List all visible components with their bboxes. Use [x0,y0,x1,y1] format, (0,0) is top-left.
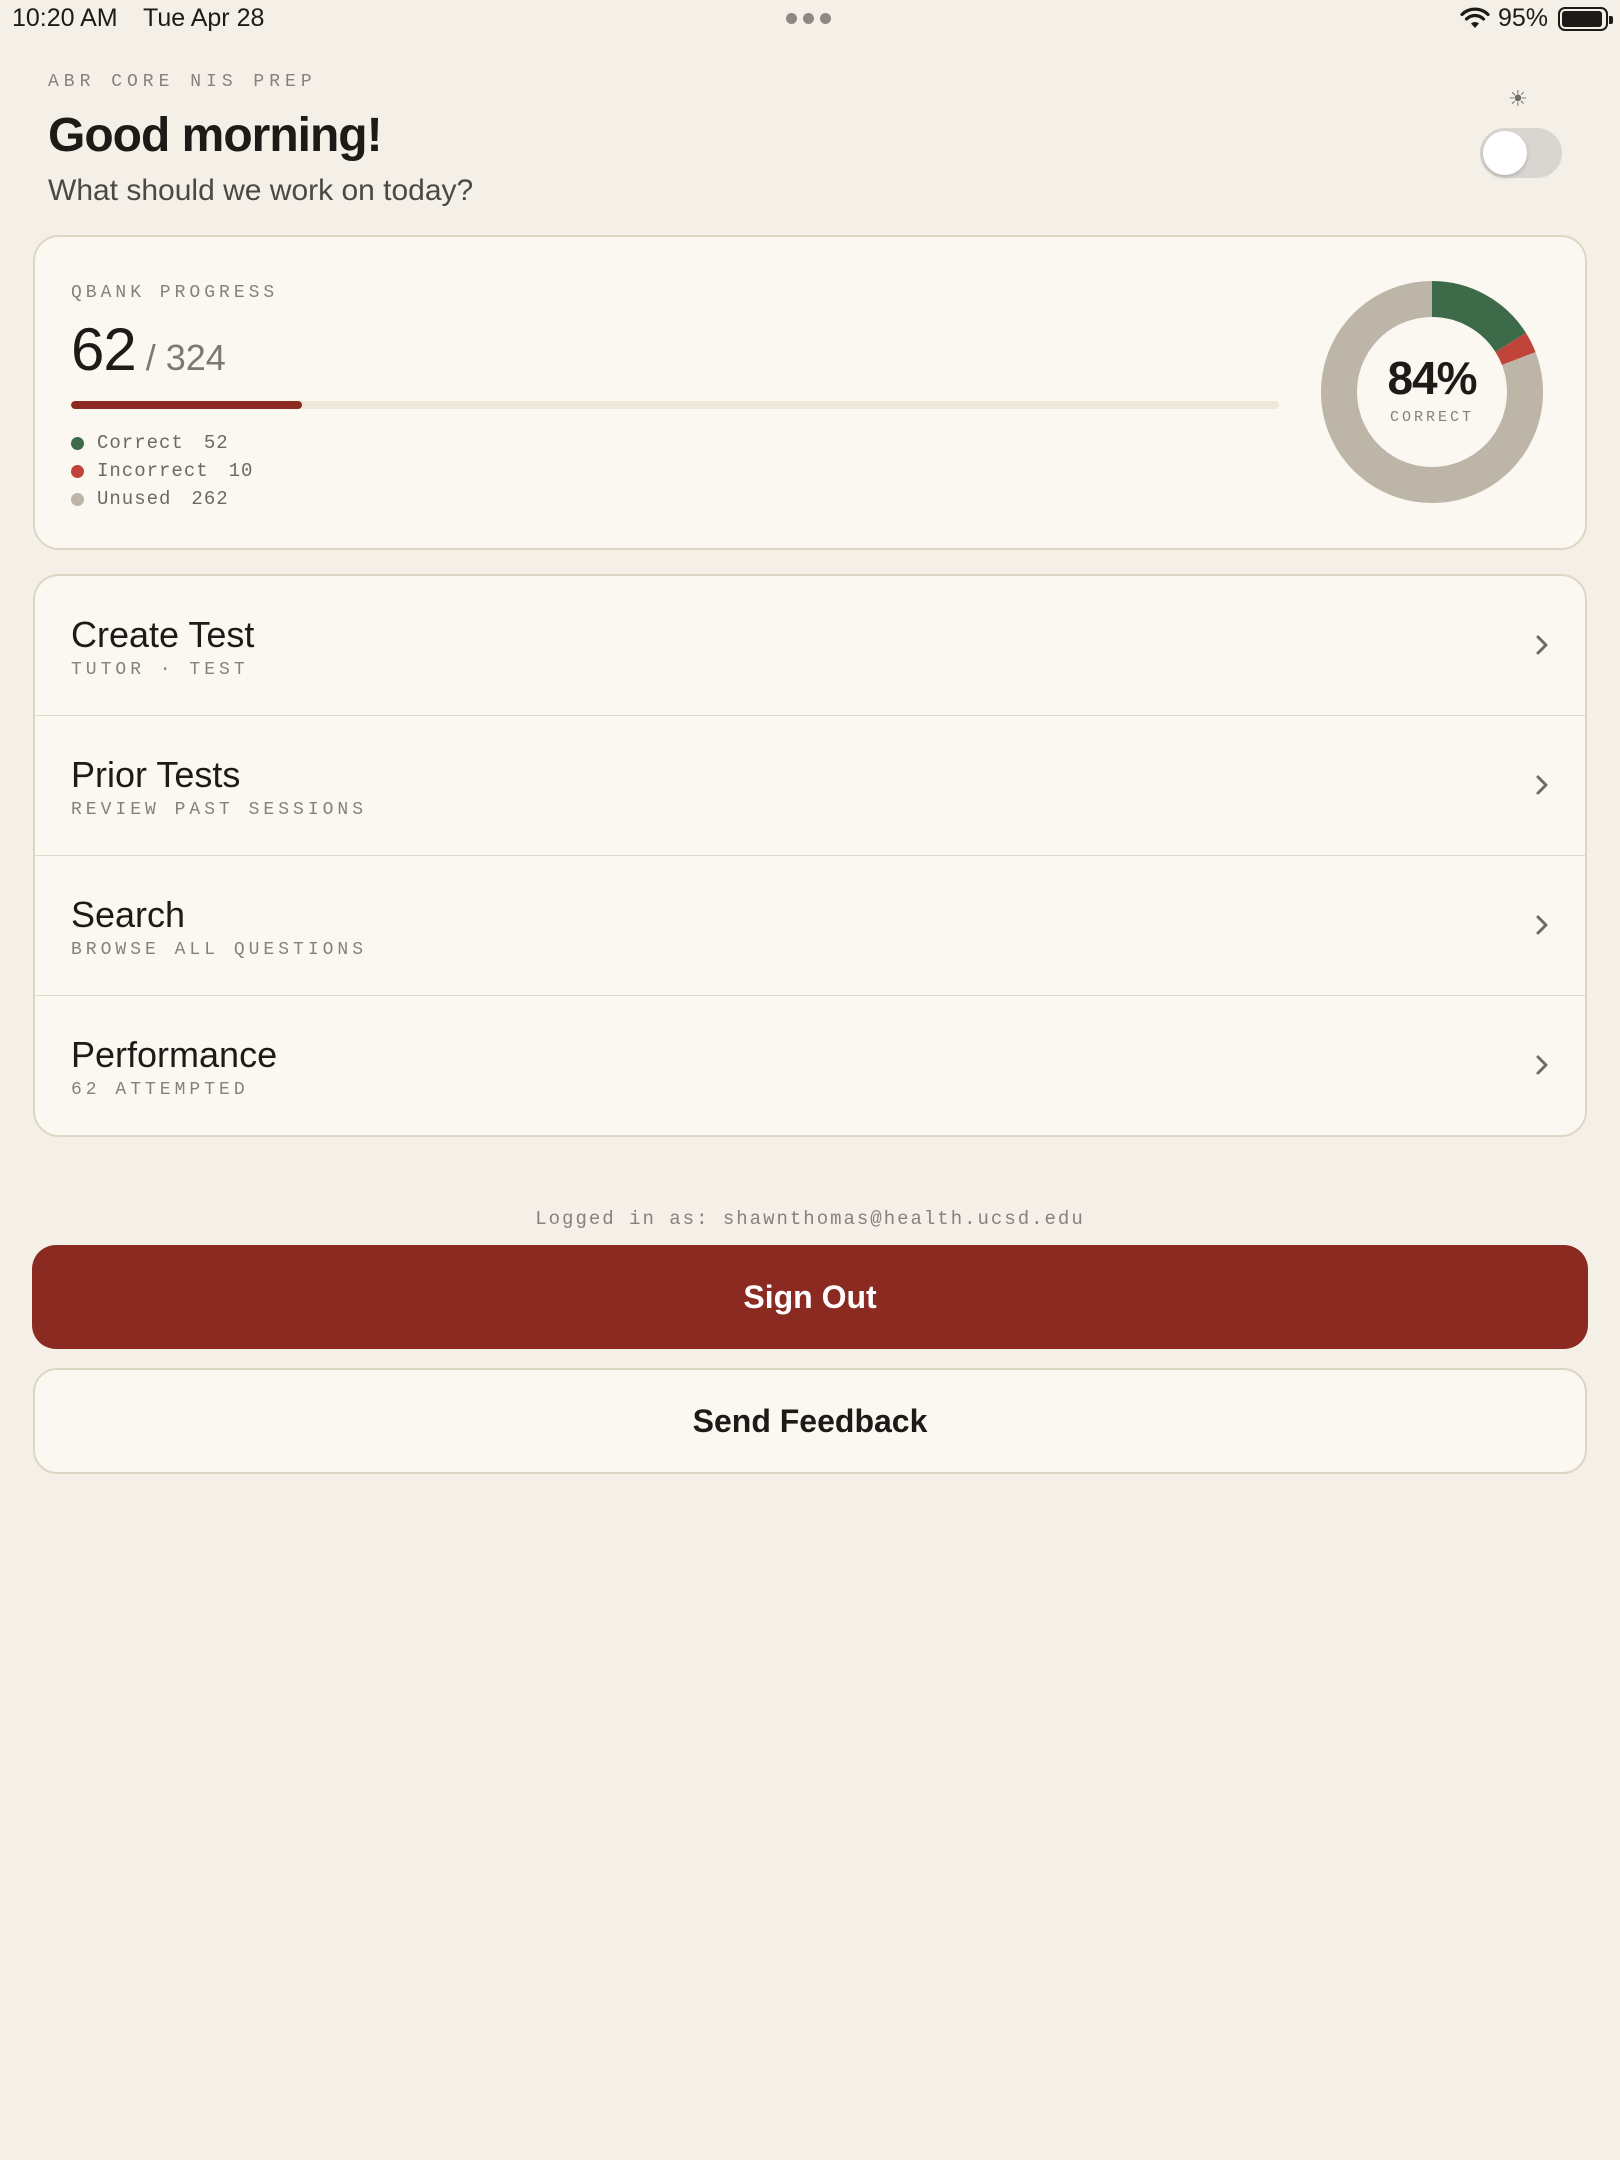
legend-label: Incorrect [97,460,209,482]
menu-item-subtitle: BROWSE ALL QUESTIONS [71,940,368,960]
theme-toggle[interactable] [1480,128,1562,178]
legend-label: Correct [97,432,184,454]
menu-item-prior-tests[interactable]: Prior Tests REVIEW PAST SESSIONS [35,716,1585,856]
legend-value: 262 [191,488,229,510]
legend-value: 10 [228,460,254,482]
menu-item-title: Performance [71,1034,278,1075]
main-menu: Create Test TUTOR · TEST Prior Tests REV… [33,574,1587,1137]
qbank-progress-card: QBANK PROGRESS 62/ 324 Correct 52 Incorr… [33,235,1587,550]
unused-dot-icon [71,492,84,506]
menu-item-performance[interactable]: Performance 62 ATTEMPTED [35,996,1585,1135]
menu-item-subtitle: REVIEW PAST SESSIONS [71,800,368,820]
progress-label: QBANK PROGRESS [71,283,279,303]
legend-correct: Correct 52 [71,429,253,457]
menu-item-title: Search [71,894,186,935]
answered-count: 62 [71,316,137,383]
send-feedback-button[interactable]: Send Feedback [33,1368,1587,1474]
donut-label: CORRECT [1389,409,1474,426]
chevron-right-icon [1536,1055,1548,1075]
chevron-right-icon [1536,635,1548,655]
menu-item-subtitle: TUTOR · TEST [71,660,249,680]
wifi-icon [1460,7,1490,28]
correct-donut-chart: 84% CORRECT [1319,279,1545,505]
sign-out-button[interactable]: Sign Out [32,1245,1588,1349]
logged-in-text: Logged in as: shawnthomas@health.ucsd.ed… [535,1208,1085,1230]
app-eyebrow: ABR CORE NIS PREP [48,72,317,92]
legend-unused: Unused 262 [71,485,253,513]
progress-legend: Correct 52 Incorrect 10 Unused 262 [71,429,253,513]
legend-label: Unused [97,488,172,510]
status-bar: 10:20 AM Tue Apr 28 95% [0,0,1620,40]
multitasking-dots-icon[interactable] [786,13,831,24]
menu-item-title: Prior Tests [71,754,241,795]
menu-item-subtitle: 62 ATTEMPTED [71,1080,249,1100]
progress-bar-fill [71,401,302,409]
chevron-right-icon [1536,775,1548,795]
legend-value: 52 [203,432,229,454]
toggle-knob [1483,131,1527,175]
page-title: Good morning! [48,109,383,162]
status-date: Tue Apr 28 [143,4,265,32]
incorrect-dot-icon [71,464,84,478]
status-time: 10:20 AM [12,4,118,32]
menu-item-search[interactable]: Search BROWSE ALL QUESTIONS [35,856,1585,996]
battery-percentage: 95% [1498,4,1549,32]
correct-dot-icon [71,436,84,450]
chevron-right-icon [1536,915,1548,935]
menu-item-title: Create Test [71,614,255,655]
donut-percentage: 84% [1387,352,1477,404]
battery-icon [1558,7,1613,31]
sun-icon: ☀ [1508,86,1528,111]
progress-count: 62/ 324 [71,315,226,384]
legend-incorrect: Incorrect 10 [71,457,253,485]
menu-item-create-test[interactable]: Create Test TUTOR · TEST [35,576,1585,716]
page-subtitle: What should we work on today? [48,174,474,207]
total-count: / 324 [145,337,226,378]
progress-bar [71,401,1279,409]
